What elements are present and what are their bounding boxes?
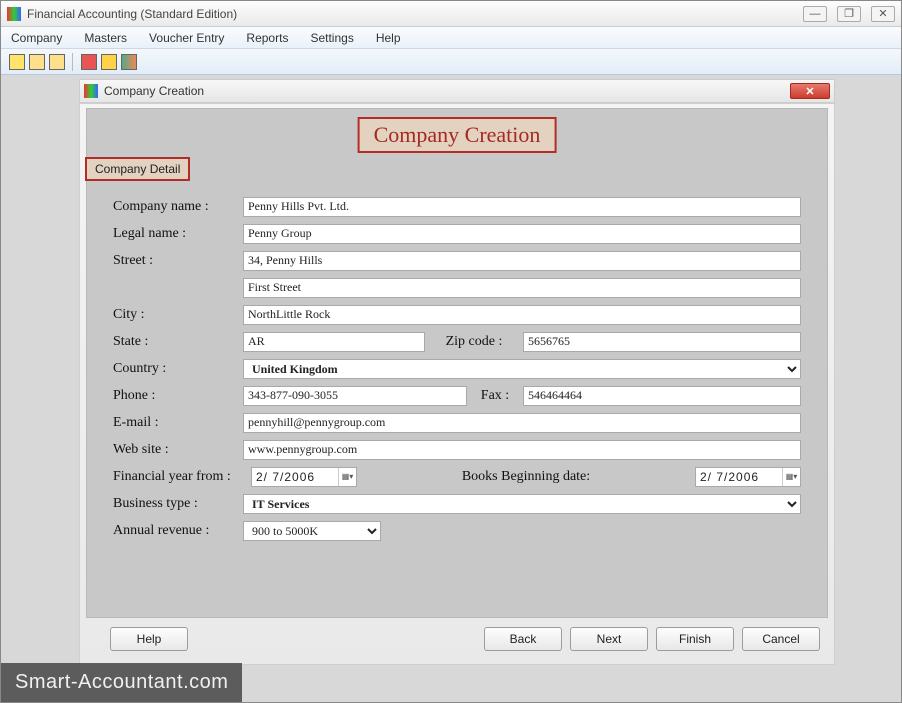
calendar-icon[interactable]: ▦▾ [782, 468, 800, 486]
label-website: Web site : [113, 442, 243, 458]
dialog-titlebar: Company Creation ✕ [79, 79, 835, 103]
label-state: State : [113, 334, 243, 350]
phone-input[interactable] [243, 386, 467, 406]
label-books-begin: Books Beginning date: [357, 469, 695, 485]
cancel-button[interactable]: Cancel [742, 627, 820, 651]
toolbar-action2-icon[interactable] [101, 54, 117, 70]
menu-help[interactable]: Help [376, 31, 401, 45]
minimize-button[interactable]: — [803, 6, 827, 22]
label-fax: Fax : [467, 388, 523, 404]
dialog-icon [84, 84, 98, 98]
finish-button[interactable]: Finish [656, 627, 734, 651]
app-icon [7, 7, 21, 21]
state-input[interactable] [243, 332, 425, 352]
label-legal-name: Legal name : [113, 226, 243, 242]
label-phone: Phone : [113, 388, 243, 404]
website-input[interactable] [243, 440, 801, 460]
label-email: E-mail : [113, 415, 243, 431]
close-button[interactable]: ✕ [871, 6, 895, 22]
books-begin-date-picker[interactable]: 2/ 7/2006 ▦▾ [695, 467, 801, 487]
app-title: Financial Accounting (Standard Edition) [27, 7, 803, 21]
tab-company-detail[interactable]: Company Detail [85, 157, 190, 181]
toolbar-action3-icon[interactable] [121, 54, 137, 70]
toolbar [1, 49, 901, 75]
label-zip: Zip code : [425, 334, 523, 350]
menu-settings[interactable]: Settings [310, 31, 353, 45]
help-button[interactable]: Help [110, 627, 188, 651]
label-business-type: Business type : [113, 496, 243, 512]
calendar-icon[interactable]: ▦▾ [338, 468, 356, 486]
toolbar-edit-icon[interactable] [29, 54, 45, 70]
menu-masters[interactable]: Masters [84, 31, 127, 45]
dialog-close-button[interactable]: ✕ [790, 83, 830, 99]
label-country: Country : [113, 361, 243, 377]
label-fin-year: Financial year from : [113, 469, 251, 485]
watermark: Smart-Accountant.com [1, 663, 242, 702]
menu-company[interactable]: Company [11, 31, 62, 45]
toolbar-action1-icon[interactable] [81, 54, 97, 70]
legal-name-input[interactable] [243, 224, 801, 244]
company-name-input[interactable] [243, 197, 801, 217]
menu-bar: Company Masters Voucher Entry Reports Se… [1, 27, 901, 49]
email-input[interactable] [243, 413, 801, 433]
main-window-titlebar: Financial Accounting (Standard Edition) … [1, 1, 901, 27]
back-button[interactable]: Back [484, 627, 562, 651]
dialog-heading: Company Creation [358, 117, 557, 153]
label-city: City : [113, 307, 243, 323]
form-area: Company name : Legal name : Street : Cit… [87, 181, 827, 617]
fin-year-date-picker[interactable]: 2/ 7/2006 ▦▾ [251, 467, 357, 487]
menu-voucher-entry[interactable]: Voucher Entry [149, 31, 224, 45]
next-button[interactable]: Next [570, 627, 648, 651]
label-street: Street : [113, 253, 243, 269]
menu-reports[interactable]: Reports [246, 31, 288, 45]
street2-input[interactable] [243, 278, 801, 298]
label-company-name: Company name : [113, 199, 243, 215]
country-select[interactable]: United Kingdom [243, 359, 801, 379]
business-type-select[interactable]: IT Services [243, 494, 801, 514]
dialog-title: Company Creation [104, 84, 790, 98]
maximize-button[interactable]: ❐ [837, 6, 861, 22]
company-creation-dialog: Company Creation ✕ Company Creation Comp… [79, 79, 835, 665]
toolbar-open-icon[interactable] [49, 54, 65, 70]
label-annual-revenue: Annual revenue : [113, 523, 243, 539]
toolbar-new-icon[interactable] [9, 54, 25, 70]
city-input[interactable] [243, 305, 801, 325]
street1-input[interactable] [243, 251, 801, 271]
fax-input[interactable] [523, 386, 801, 406]
zip-input[interactable] [523, 332, 801, 352]
annual-revenue-select[interactable]: 900 to 5000K [243, 521, 381, 541]
